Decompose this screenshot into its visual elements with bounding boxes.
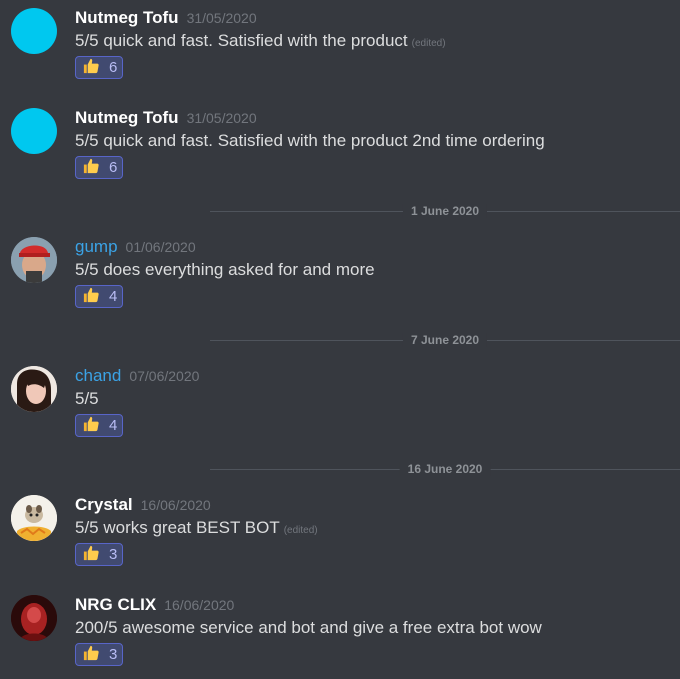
- message-text: 200/5 awesome service and bot and give a…: [75, 618, 542, 637]
- username[interactable]: NRG CLIX: [75, 595, 156, 614]
- timestamp: 07/06/2020: [129, 368, 200, 384]
- avatar[interactable]: [11, 595, 57, 641]
- reaction-button[interactable]: 3: [75, 643, 123, 666]
- message-header: NRG CLIX 16/06/2020: [75, 595, 234, 615]
- reaction-button[interactable]: 6: [75, 56, 123, 79]
- message-header: gump 01/06/2020: [75, 237, 196, 257]
- edited-tag: (edited): [283, 525, 318, 536]
- avatar[interactable]: [11, 108, 57, 154]
- avatar[interactable]: [11, 366, 57, 412]
- message-header: Nutmeg Tofu 31/05/2020: [75, 8, 257, 28]
- message-text: 5/5: [75, 389, 99, 408]
- date-label: 1 June 2020: [402, 204, 488, 218]
- avatar[interactable]: [11, 495, 57, 541]
- thumbs-up-icon: [82, 543, 101, 567]
- edited-tag: (edited): [411, 38, 446, 49]
- message-text: 5/5 works great BEST BOT (edited): [75, 518, 318, 538]
- avatar[interactable]: [11, 8, 57, 54]
- date-label: 16 June 2020: [399, 462, 491, 476]
- message-header: Crystal 16/06/2020: [75, 495, 211, 515]
- message-text: 5/5 does everything asked for and more: [75, 260, 375, 279]
- date-divider: 7 June 2020: [210, 331, 680, 351]
- thumbs-up-icon: [82, 414, 101, 438]
- username[interactable]: Nutmeg Tofu: [75, 8, 179, 27]
- date-divider: 1 June 2020: [210, 202, 680, 222]
- timestamp: 16/06/2020: [140, 497, 211, 513]
- timestamp: 16/06/2020: [164, 597, 235, 613]
- date-label: 7 June 2020: [402, 333, 488, 347]
- reaction-button[interactable]: 4: [75, 285, 123, 308]
- message-body: 5/5 works great BEST BOT: [75, 518, 280, 537]
- reaction-button[interactable]: 3: [75, 543, 123, 566]
- message-text: 5/5 quick and fast. Satisfied with the p…: [75, 31, 446, 51]
- timestamp: 01/06/2020: [125, 239, 196, 255]
- reaction-button[interactable]: 4: [75, 414, 123, 437]
- message-text: 5/5 quick and fast. Satisfied with the p…: [75, 131, 545, 150]
- message-header: Nutmeg Tofu 31/05/2020: [75, 108, 257, 128]
- timestamp: 31/05/2020: [186, 110, 257, 126]
- reaction-count: 3: [109, 546, 118, 563]
- thumbs-up-icon: [82, 643, 101, 667]
- message-header: chand 07/06/2020: [75, 366, 199, 386]
- reaction-count: 3: [109, 646, 118, 663]
- thumbs-up-icon: [82, 156, 101, 180]
- reaction-count: 6: [109, 159, 118, 176]
- thumbs-up-icon: [82, 56, 101, 80]
- username[interactable]: Nutmeg Tofu: [75, 108, 179, 127]
- reaction-count: 4: [109, 288, 118, 305]
- message-body: 5/5 quick and fast. Satisfied with the p…: [75, 31, 408, 50]
- thumbs-up-icon: [82, 285, 101, 309]
- avatar[interactable]: [11, 237, 57, 283]
- reaction-count: 4: [109, 417, 118, 434]
- reaction-count: 6: [109, 59, 118, 76]
- username[interactable]: gump: [75, 237, 118, 256]
- username[interactable]: chand: [75, 366, 121, 385]
- username[interactable]: Crystal: [75, 495, 133, 514]
- timestamp: 31/05/2020: [186, 10, 257, 26]
- reaction-button[interactable]: 6: [75, 156, 123, 179]
- date-divider: 16 June 2020: [210, 460, 680, 480]
